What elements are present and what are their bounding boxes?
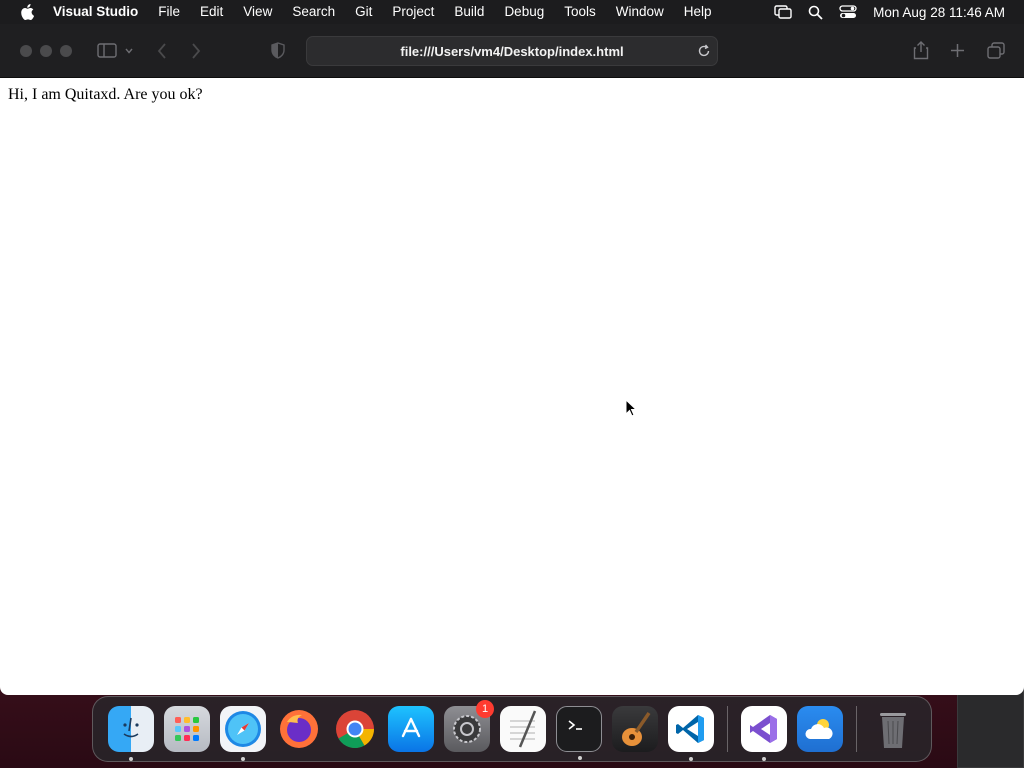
dock-separator (727, 706, 728, 752)
terminal-icon[interactable] (556, 706, 602, 760)
control-center-icon[interactable] (831, 5, 865, 19)
menu-app-name[interactable]: Visual Studio (40, 0, 148, 24)
screen-mirroring-icon[interactable] (766, 5, 800, 19)
share-icon[interactable] (913, 41, 929, 60)
address-bar[interactable]: file:///Users/vm4/Desktop/index.html (306, 36, 718, 66)
menu-debug[interactable]: Debug (494, 0, 554, 24)
running-indicator (762, 757, 766, 761)
page-text: Hi, I am Quitaxd. Are you ok? (8, 86, 203, 103)
menu-tools[interactable]: Tools (554, 0, 606, 24)
minimize-window-button[interactable] (40, 44, 52, 57)
running-indicator (241, 757, 245, 761)
menu-build[interactable]: Build (444, 0, 494, 24)
textedit-icon[interactable] (500, 706, 546, 752)
menu-help[interactable]: Help (674, 0, 722, 24)
menu-edit[interactable]: Edit (190, 0, 233, 24)
forward-button[interactable] (191, 42, 201, 59)
launchpad-icon[interactable] (164, 706, 210, 752)
menu-file[interactable]: File (148, 0, 190, 24)
apple-menu-icon[interactable] (14, 4, 40, 20)
page-content: Hi, I am Quitaxd. Are you ok? (0, 78, 1024, 112)
spotlight-search-icon[interactable] (800, 5, 831, 20)
chevron-down-icon[interactable] (125, 48, 133, 54)
menu-bar: Visual Studio File Edit View Search Git … (0, 0, 1024, 24)
close-window-button[interactable] (20, 44, 32, 57)
running-indicator (689, 757, 693, 761)
menu-search[interactable]: Search (282, 0, 345, 24)
menu-git[interactable]: Git (345, 0, 382, 24)
vscode-icon[interactable] (668, 706, 714, 761)
trash-icon[interactable] (870, 706, 916, 752)
finder-icon[interactable] (108, 706, 154, 761)
privacy-shield-icon[interactable] (271, 42, 285, 59)
window-controls (20, 44, 72, 57)
tab-overview-icon[interactable] (987, 42, 1005, 59)
browser-window: file:///Users/vm4/Desktop/index.html Hi,… (0, 24, 1024, 695)
weather-icon[interactable] (797, 706, 843, 752)
visual-studio-icon[interactable] (741, 706, 787, 761)
url-text: file:///Users/vm4/Desktop/index.html (400, 43, 624, 59)
notification-badge: 1 (476, 700, 494, 718)
app-store-icon[interactable] (388, 706, 434, 752)
new-tab-icon[interactable] (950, 43, 965, 58)
garageband-icon[interactable] (612, 706, 658, 752)
menu-project[interactable]: Project (382, 0, 444, 24)
chrome-icon[interactable] (332, 706, 378, 752)
back-button[interactable] (157, 42, 167, 59)
firefox-icon[interactable] (276, 706, 322, 752)
mouse-cursor-icon (625, 398, 638, 423)
running-indicator (578, 756, 582, 760)
running-indicator (129, 757, 133, 761)
menu-view[interactable]: View (233, 0, 282, 24)
settings-icon[interactable]: 1 (444, 700, 494, 752)
reload-icon[interactable] (697, 44, 711, 61)
dock-separator (856, 706, 857, 752)
menu-window[interactable]: Window (606, 0, 674, 24)
zoom-window-button[interactable] (60, 44, 72, 57)
dock: 1 (92, 696, 932, 762)
sidebar-toggle-icon[interactable] (97, 43, 117, 58)
safari-icon[interactable] (220, 706, 266, 761)
menu-clock[interactable]: Mon Aug 28 11:46 AM (865, 5, 1024, 20)
browser-toolbar: file:///Users/vm4/Desktop/index.html (0, 24, 1024, 78)
